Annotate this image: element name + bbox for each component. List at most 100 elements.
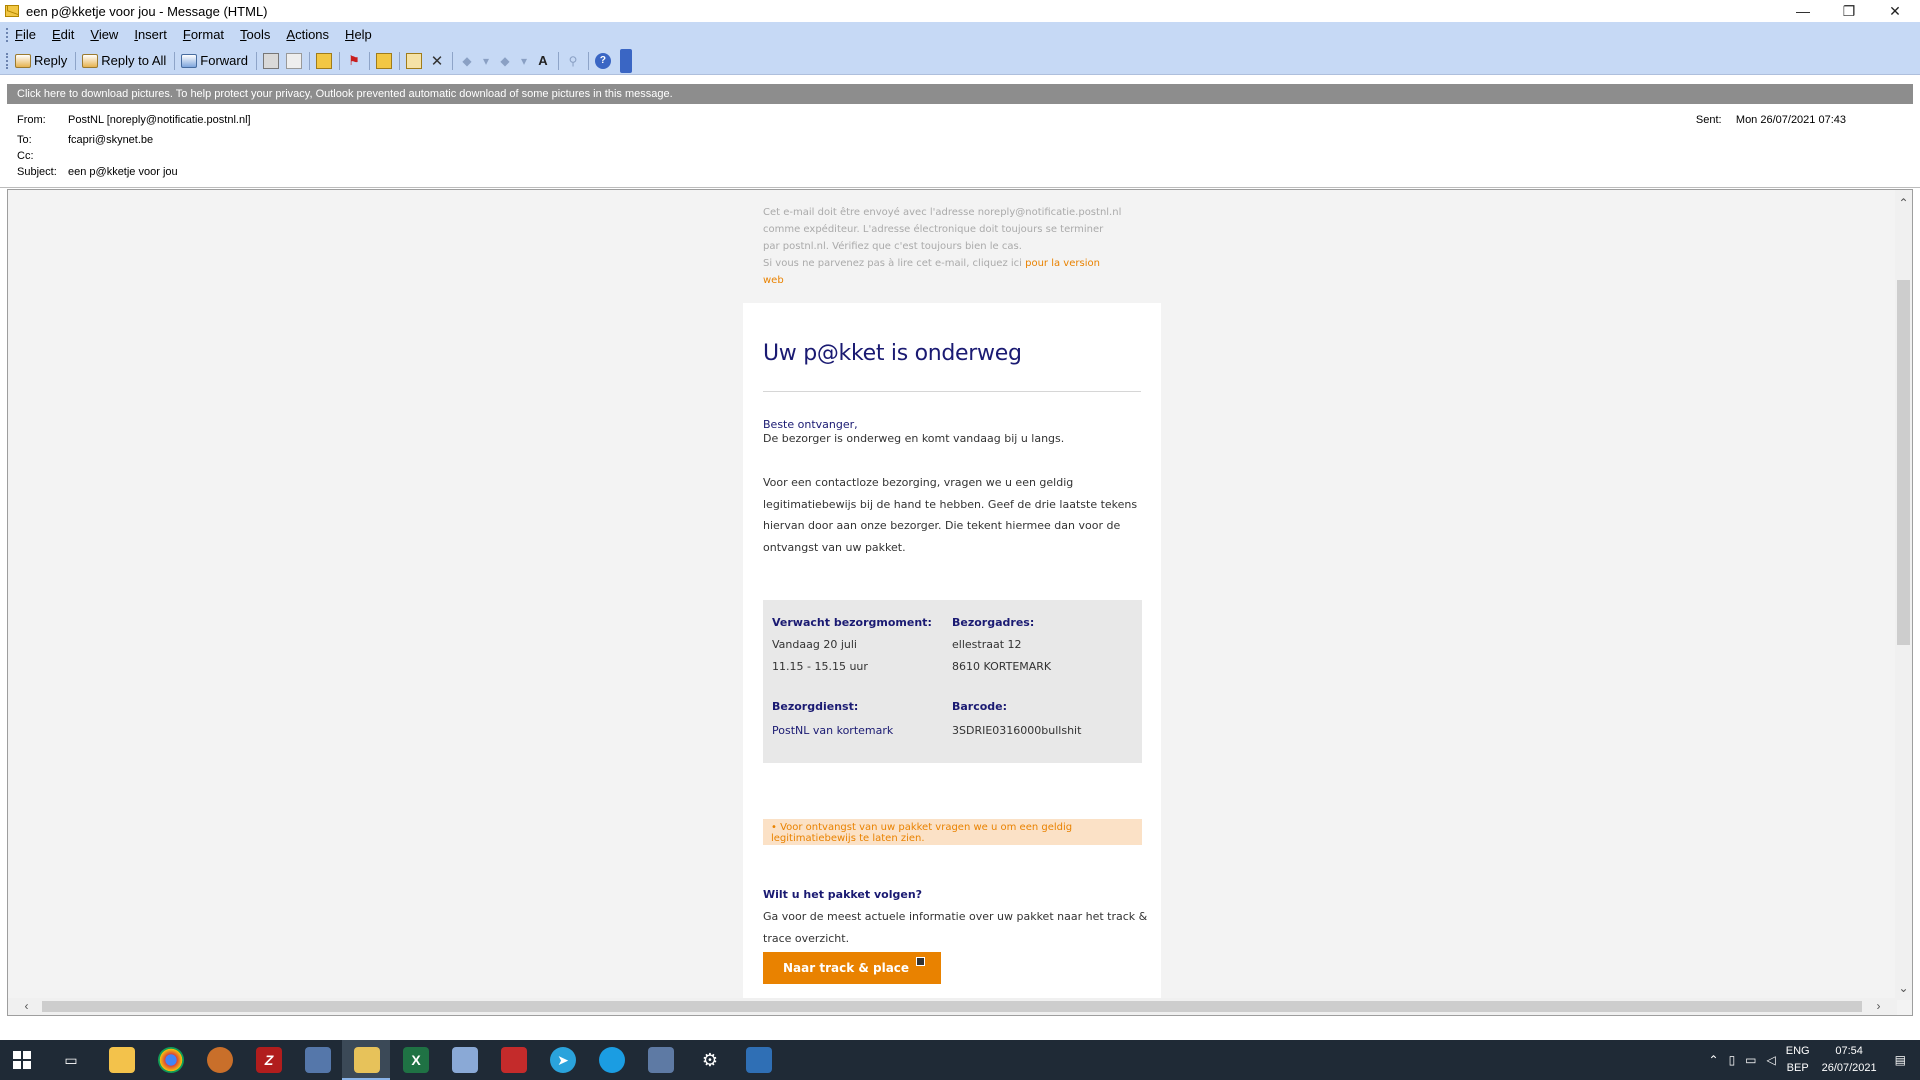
from-row: From: PostNL [noreply@notificatie.postnl…	[17, 114, 251, 126]
file-explorer-icon[interactable]	[109, 1047, 135, 1073]
paint-palette-icon[interactable]	[207, 1047, 233, 1073]
previous-dropdown-icon[interactable]: ▾	[482, 53, 490, 69]
categorize-icon[interactable]	[375, 52, 392, 69]
toolbar-separator	[557, 51, 559, 70]
reply-all-button[interactable]: Reply to All	[82, 53, 166, 68]
windows-taskbar: ▭ Z X ➤ ⚙ ⌃ ▯ ▭ ◁ ENG BEP 07:54 26/07/20…	[0, 1040, 1920, 1080]
toolbar-separator	[451, 51, 453, 70]
help-icon[interactable]: ?	[594, 52, 611, 69]
lang-secondary: BEP	[1786, 1062, 1809, 1074]
from-label: From:	[17, 114, 46, 126]
email-heading: Uw p@kket is onderweg	[763, 341, 1022, 366]
notepad-icon[interactable]	[452, 1047, 478, 1073]
barcode-label: Barcode:	[952, 700, 1008, 713]
subject-row: Subject: een p@kketje voor jou	[17, 166, 178, 178]
close-button[interactable]: ✕	[1872, 0, 1918, 22]
toolbar-options-chevron-icon[interactable]	[619, 48, 632, 73]
horizontal-scroll-thumb[interactable]	[42, 1001, 1862, 1012]
settings-gear-icon[interactable]: ⚙	[697, 1047, 723, 1073]
network-app-icon[interactable]	[305, 1047, 331, 1073]
scroll-up-arrow-icon[interactable]: ⌃	[1895, 195, 1912, 212]
menu-file[interactable]: File	[15, 27, 36, 42]
address-block: Bezorgadres: ellestraat 12 8610 KORTEMAR…	[952, 612, 1051, 678]
filezilla-icon[interactable]: Z	[256, 1047, 282, 1073]
font-size-icon[interactable]: A	[535, 53, 551, 69]
track-button-label: Naar track & place	[783, 961, 910, 975]
next-item-icon[interactable]: ◆	[497, 53, 513, 69]
follow-text: Ga voor de meest actuele informatie over…	[763, 910, 1148, 945]
email-paragraph-1: De bezorger is onderweg en komt vandaag …	[763, 432, 1065, 445]
subject-label: Subject:	[17, 166, 57, 178]
menu-actions[interactable]: Actions	[286, 27, 329, 42]
reply-button[interactable]: Reply	[15, 53, 67, 68]
vertical-scroll-thumb[interactable]	[1897, 280, 1910, 645]
address-book-icon[interactable]: ⚲	[565, 53, 581, 69]
menu-help[interactable]: Help	[345, 27, 372, 42]
preheader-webversion-text: Si vous ne parvenez pas à lire cet e-mai…	[763, 258, 1022, 269]
barcode-value: 3SDRIE0316000bullshit	[952, 724, 1082, 737]
toolbar-grip-handle[interactable]	[6, 52, 9, 69]
input-language-indicator[interactable]: ENG BEP	[1786, 1043, 1810, 1077]
pdf-reader-icon[interactable]	[501, 1047, 527, 1073]
toolbar-separator	[338, 51, 340, 70]
cc-row: Cc:	[17, 150, 68, 162]
forward-button[interactable]: Forward	[181, 53, 248, 68]
barcode-block: Barcode: 3SDRIE0316000bullshit	[952, 696, 1081, 742]
vertical-scrollbar[interactable]: ⌃ ⌄	[1895, 190, 1912, 1000]
start-windows-icon[interactable]	[9, 1047, 35, 1073]
follow-up-flag-icon[interactable]: ⚑	[346, 53, 362, 69]
system-tray: ⌃ ▯ ▭ ◁ ENG BEP 07:54 26/07/2021 ▤	[1709, 1040, 1920, 1080]
menu-view[interactable]: View	[90, 27, 118, 42]
menu-bar: File Edit View Insert Format Tools Actio…	[0, 22, 1920, 47]
outlook-message-icon[interactable]	[354, 1047, 380, 1073]
sent-value: Mon 26/07/2021 07:43	[1735, 114, 1846, 126]
from-value[interactable]: PostNL [noreply@notificatie.postnl.nl]	[68, 114, 251, 126]
excel-icon[interactable]: X	[403, 1047, 429, 1073]
menu-grip-handle[interactable]	[6, 27, 9, 42]
tray-chevron-icon[interactable]: ⌃	[1709, 1053, 1719, 1067]
sent-row: Sent: Mon 26/07/2021 07:43	[1696, 114, 1846, 126]
scroll-down-arrow-icon[interactable]: ⌄	[1895, 980, 1912, 997]
moment-day: Vandaag 20 juli	[772, 638, 857, 651]
scroll-right-arrow-icon[interactable]: ›	[1870, 998, 1887, 1015]
menu-format[interactable]: Format	[183, 27, 224, 42]
notification-center-icon[interactable]: ▤	[1895, 1053, 1906, 1067]
next-dropdown-icon[interactable]: ▾	[520, 53, 528, 69]
preheader-webversion-line: Si vous ne parvenez pas à lire cet e-mai…	[763, 255, 1123, 289]
move-to-folder-icon[interactable]	[315, 52, 332, 69]
menu-tools[interactable]: Tools	[240, 27, 270, 42]
toolbar-separator	[587, 51, 589, 70]
tray-volume-icon[interactable]: ◁	[1767, 1053, 1776, 1067]
tray-network-icon[interactable]: ▭	[1745, 1053, 1756, 1067]
tray-device-icon[interactable]: ▯	[1729, 1053, 1736, 1067]
track-and-place-button[interactable]: Naar track & place	[763, 952, 941, 984]
email-card: Uw p@kket is onderweg Beste ontvanger, D…	[743, 303, 1161, 1015]
calculator-icon[interactable]	[648, 1047, 674, 1073]
minimize-button[interactable]: —	[1780, 0, 1826, 22]
taskbar-clock[interactable]: 07:54 26/07/2021	[1822, 1043, 1877, 1077]
edge-icon[interactable]	[599, 1047, 625, 1073]
scroll-left-arrow-icon[interactable]: ‹	[18, 998, 35, 1015]
chrome-icon[interactable]	[158, 1047, 184, 1073]
download-pictures-infobar[interactable]: Click here to download pictures. To help…	[7, 84, 1913, 104]
window-title: een p@kketje voor jou - Message (HTML)	[26, 3, 268, 19]
sent-label: Sent:	[1695, 114, 1722, 126]
copy-icon[interactable]	[285, 52, 302, 69]
to-value[interactable]: fcapri@skynet.be	[68, 134, 153, 146]
task-view-icon[interactable]: ▭	[58, 1047, 84, 1073]
sdha-app-icon[interactable]	[746, 1047, 772, 1073]
preheader-sender-notice: Cet e-mail doit être envoyé avec l'adres…	[763, 207, 1122, 252]
message-body-pane[interactable]: Cet e-mail doit être envoyé avec l'adres…	[7, 189, 1913, 1016]
menu-edit[interactable]: Edit	[52, 27, 74, 42]
horizontal-scrollbar[interactable]: ‹ ›	[8, 998, 1897, 1015]
menu-insert[interactable]: Insert	[134, 27, 167, 42]
toolbar-separator	[255, 51, 257, 70]
telegram-icon[interactable]: ➤	[550, 1047, 576, 1073]
delete-icon[interactable]: ✕	[429, 53, 445, 70]
print-icon[interactable]	[262, 52, 279, 69]
restore-button[interactable]: ❐	[1826, 0, 1872, 22]
previous-item-icon[interactable]: ◆	[459, 53, 475, 69]
toolbar-separator	[368, 51, 370, 70]
junk-mail-icon[interactable]	[405, 52, 422, 69]
window-titlebar: een p@kketje voor jou - Message (HTML) —…	[0, 0, 1920, 22]
